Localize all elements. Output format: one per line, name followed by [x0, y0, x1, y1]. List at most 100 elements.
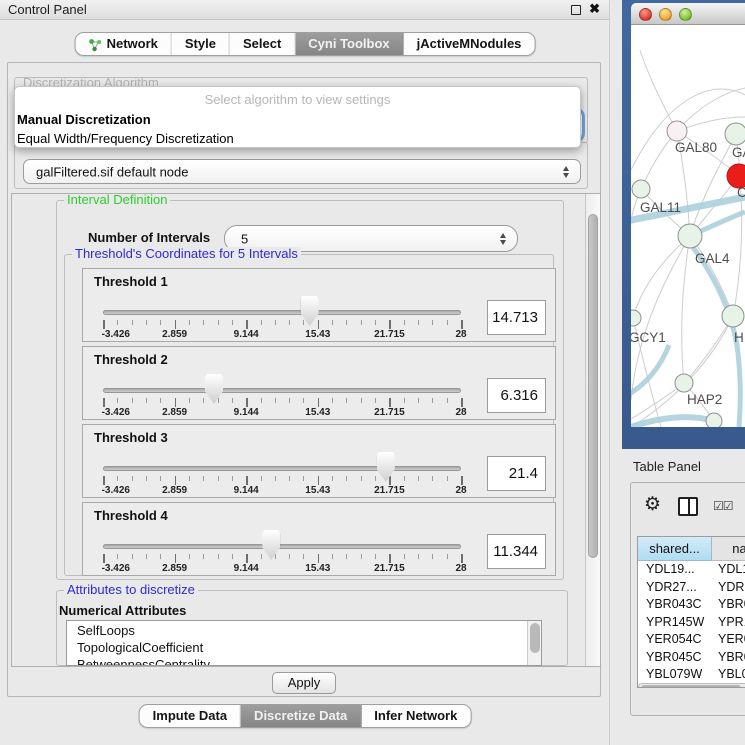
select-columns-checkboxes-icon[interactable]: ☑☑: [713, 499, 733, 513]
slider-handle[interactable]: [205, 374, 223, 404]
network-node-h[interactable]: [722, 305, 744, 327]
node-label: GA: [732, 145, 745, 160]
list-scrollbar-thumb[interactable]: [530, 623, 540, 653]
network-node-hap2[interactable]: [675, 374, 693, 392]
dropdown-option-manual-discretization[interactable]: Manual Discretization: [17, 112, 151, 127]
cell-shared-name[interactable]: YPR145W: [638, 614, 712, 632]
slider-track[interactable]: [103, 310, 461, 315]
cell-name[interactable]: YPR1: [712, 614, 745, 632]
table-data-combobox[interactable]: galFiltered.sif default node: [23, 159, 581, 184]
slider-tick: [289, 320, 290, 325]
slider-tick: [318, 554, 320, 563]
numerical-attributes-list[interactable]: SelfLoopsTopologicalCoefficientBetweenne…: [66, 620, 542, 666]
cell-shared-name[interactable]: YBR045C: [638, 649, 712, 667]
close-icon[interactable]: ✖: [589, 1, 600, 17]
slider-track[interactable]: [103, 388, 461, 393]
slider-scale-label: 15.43: [305, 563, 330, 574]
dropdown-option-equal-width-frequency[interactable]: Equal Width/Frequency Discretization: [17, 131, 234, 146]
mac-minimize-icon[interactable]: [659, 8, 672, 21]
slider-tick: [447, 554, 448, 559]
vertical-scrollbar[interactable]: [585, 194, 600, 666]
cell-name[interactable]: YBR0: [712, 596, 745, 614]
cell-name[interactable]: YDL1: [712, 561, 745, 579]
slider-tick: [289, 554, 290, 559]
network-edge[interactable]: [733, 134, 742, 316]
list-scrollbar[interactable]: [527, 621, 541, 665]
dropdown-hint: Select algorithm to view settings: [15, 92, 580, 107]
tab-select[interactable]: Select: [230, 33, 295, 55]
tab-infer-network[interactable]: Infer Network: [361, 705, 470, 727]
gear-icon[interactable]: ⚙: [644, 495, 661, 514]
columns-icon[interactable]: [678, 497, 698, 516]
tab-cyni-toolbox[interactable]: Cyni Toolbox: [295, 33, 403, 55]
slider-handle[interactable]: [377, 452, 395, 482]
slider-tick: [332, 476, 333, 481]
slider-tick: [132, 320, 133, 325]
column-header-shared-name[interactable]: shared...: [638, 537, 712, 561]
slider-scale-label: 28: [455, 563, 466, 574]
cell-shared-name[interactable]: YDL19...: [638, 561, 712, 579]
list-item[interactable]: TopologicalCoefficient: [77, 640, 203, 657]
slider-handle[interactable]: [262, 530, 280, 560]
vertical-scrollbar-thumb[interactable]: [588, 214, 598, 558]
slider-tick: [146, 398, 147, 403]
mac-close-icon[interactable]: [639, 8, 652, 21]
network-node[interactable]: [706, 413, 722, 427]
table-row[interactable]: YBL079WYBL0: [638, 666, 745, 684]
mac-zoom-icon[interactable]: [679, 8, 692, 21]
slider-tick: [117, 320, 118, 325]
network-node-gal4[interactable]: [678, 224, 702, 248]
node-label: GCY1: [631, 330, 666, 345]
network-edge[interactable]: [640, 50, 677, 131]
slider-tick: [447, 398, 448, 403]
network-edge[interactable]: [682, 236, 690, 383]
column-header-name[interactable]: name: [712, 537, 745, 561]
tab-style[interactable]: Style: [172, 33, 230, 55]
threshold-value-box[interactable]: 6.316: [487, 378, 546, 413]
list-item[interactable]: BetweennessCentrality: [77, 657, 210, 666]
network-canvas[interactable]: GAL80GACGAL11GAL4GCY1HHAP2: [631, 25, 745, 427]
slider-tick: [275, 398, 276, 403]
tab-discretize-data[interactable]: Discretize Data: [241, 705, 361, 727]
table-panel: ⚙ ☑☑ shared... name YDL19...YDL1YDR27...…: [630, 482, 745, 716]
slider-tick: [160, 398, 161, 403]
table-row[interactable]: YBR045CYBR0: [638, 649, 745, 667]
slider-scale-label: 21.715: [374, 563, 405, 574]
cell-name[interactable]: YBL0: [712, 666, 745, 684]
cell-shared-name[interactable]: YDR27...: [638, 579, 712, 597]
cell-shared-name[interactable]: YER054C: [638, 631, 712, 649]
table-row[interactable]: YDL19...YDL1: [638, 561, 745, 579]
table-row[interactable]: YPR145WYPR1: [638, 614, 745, 632]
slider-tick: [175, 476, 177, 485]
cell-shared-name[interactable]: YBL079W: [638, 666, 712, 684]
threshold-value-box[interactable]: 21.4: [487, 456, 546, 491]
tab-impute-data[interactable]: Impute Data: [140, 705, 241, 727]
table-row[interactable]: YER054CYER0: [638, 631, 745, 649]
cell-name[interactable]: YER0: [712, 631, 745, 649]
slider-tick: [375, 398, 376, 403]
tab-jactivemnodules[interactable]: jActiveMNodules: [404, 33, 535, 55]
network-node-gcy1[interactable]: [631, 310, 641, 326]
table-row[interactable]: YBR043CYBR0: [638, 596, 745, 614]
list-item[interactable]: SelfLoops: [77, 623, 135, 640]
slider-track[interactable]: [103, 544, 461, 549]
network-node-gal11[interactable]: [632, 180, 650, 198]
network-node-ga[interactable]: [725, 123, 745, 145]
slider-tick: [404, 320, 405, 325]
threshold-value-box[interactable]: 14.713: [487, 300, 546, 335]
float-window-icon[interactable]: [571, 5, 581, 15]
tab-network[interactable]: Network: [76, 33, 172, 55]
threshold-value-box[interactable]: 11.344: [487, 534, 546, 569]
network-edge[interactable]: [633, 236, 690, 318]
cell-shared-name[interactable]: YBR043C: [638, 596, 712, 614]
slider-tick: [103, 554, 105, 563]
slider-track[interactable]: [103, 466, 461, 471]
network-edge-highlighted[interactable]: [631, 345, 669, 398]
network-edge[interactable]: [684, 316, 733, 383]
apply-button[interactable]: Apply: [272, 672, 336, 694]
network-node-gal80[interactable]: [667, 121, 687, 141]
cell-name[interactable]: YBR0: [712, 649, 745, 667]
cell-name[interactable]: YDR2: [712, 579, 745, 597]
slider-tick: [389, 320, 391, 329]
table-row[interactable]: YDR27...YDR2: [638, 579, 745, 597]
